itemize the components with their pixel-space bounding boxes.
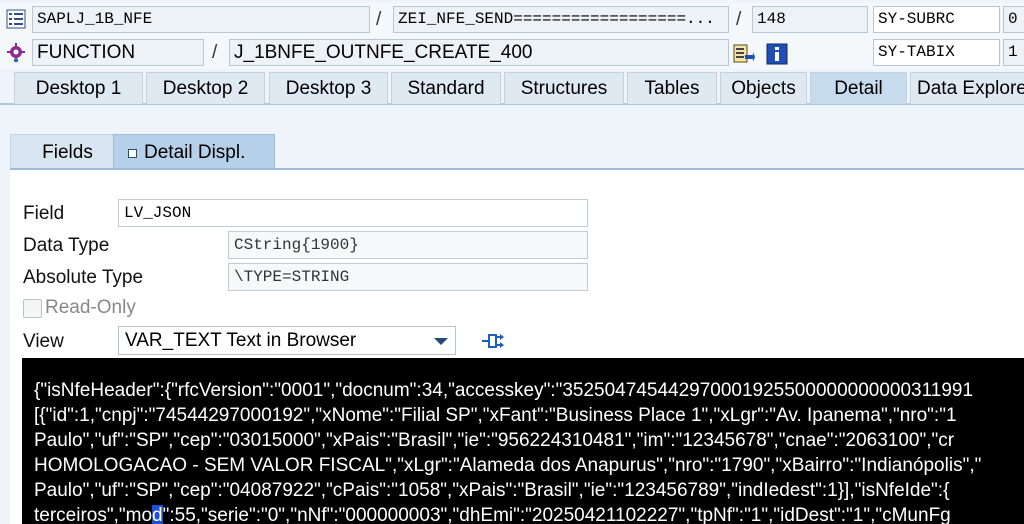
view-select-value: VAR_TEXT Text in Browser (125, 330, 357, 351)
data-type-value: CString{1900} (228, 231, 588, 259)
separator: / (212, 42, 218, 63)
json-line: Paulo","uf":"SP","cep":"04087922","cPais… (34, 480, 950, 501)
tab-fields[interactable]: Fields (10, 134, 125, 170)
tab-tables[interactable]: Tables (627, 72, 717, 104)
separator: / (736, 9, 742, 30)
tab-structures[interactable]: Structures (504, 72, 624, 104)
header-row-event: FUNCTION / J_1BNFE_OUTNFE_CREATE_400 SY-… (0, 36, 1024, 69)
tab-objects[interactable]: Objects (720, 72, 807, 104)
view-select[interactable]: VAR_TEXT Text in Browser (118, 326, 456, 355)
absolute-type-label: Absolute Type (23, 267, 144, 288)
absolute-type-value: \TYPE=STRING (228, 263, 588, 291)
event-name-field: J_1BNFE_OUTNFE_CREATE_400 (229, 39, 729, 66)
sy-subrc-value: 0 (1003, 6, 1024, 33)
json-line: {"isNfeHeader":{"rfcVersion":"0001","doc… (34, 380, 974, 401)
tab-desktop-3[interactable]: Desktop 3 (269, 72, 388, 104)
read-only-checkbox[interactable] (23, 299, 42, 318)
json-line: Paulo","uf":"SP","cep":"03015000","xPais… (34, 430, 955, 451)
tab-data-explorer[interactable]: Data Explorer (910, 72, 1024, 104)
json-text: ":55,"serie":"0","nNf":"000000003","dhEm… (162, 505, 951, 524)
desktop-tabstrip: Desktop 1 Desktop 2 Desktop 3 Standard S… (0, 72, 1024, 105)
tab-detail-display-label: Detail Displ. (144, 142, 246, 163)
program-field: SAPLJ_1B_NFE (32, 6, 370, 33)
json-line: HOMOLOGACAO - SEM VALOR FISCAL","xLgr":"… (34, 455, 982, 476)
export-icon[interactable] (480, 329, 506, 353)
read-only-label: Read-Only (45, 297, 136, 318)
json-line: [{"id":1,"cnpj":"74544297000192","xNome"… (34, 405, 957, 426)
text-cursor: d (152, 505, 163, 524)
function-icon (7, 43, 25, 62)
info-icon[interactable] (766, 43, 788, 65)
text-browser[interactable]: {"isNfeHeader":{"rfcVersion":"0001","doc… (22, 358, 1024, 524)
field-label: Field (23, 203, 65, 224)
field-name-input[interactable]: LV_JSON (118, 199, 588, 227)
dropdown-caret-icon (434, 338, 448, 345)
tab-desktop-1[interactable]: Desktop 1 (14, 72, 143, 104)
include-field: ZEI_NFE_SEND==================... (393, 6, 729, 33)
tab-desktop-2[interactable]: Desktop 2 (146, 72, 265, 104)
json-text: terceiros","mo (34, 505, 153, 524)
data-type-label: Data Type (23, 235, 110, 256)
event-type-field: FUNCTION (32, 39, 204, 66)
view-label: View (23, 331, 64, 352)
tab-detail[interactable]: Detail (810, 72, 907, 104)
sy-tabix-value: 1 (1003, 39, 1024, 66)
tab-standard[interactable]: Standard (391, 72, 501, 104)
sy-subrc-label: SY-SUBRC (873, 6, 1000, 33)
tab-detail-display[interactable]: Detail Displ. (113, 134, 275, 170)
line-number-field: 148 (752, 6, 868, 33)
variables-icon[interactable] (733, 43, 755, 65)
sy-tabix-label: SY-TABIX (873, 39, 1000, 66)
active-tab-marker-icon (128, 149, 137, 158)
separator: / (376, 9, 382, 30)
header-row-program: SAPLJ_1B_NFE / ZEI_NFE_SEND=============… (0, 3, 1024, 36)
json-line: terceiros","mod":55,"serie":"0","nNf":"0… (34, 504, 951, 524)
program-icon (6, 9, 26, 29)
